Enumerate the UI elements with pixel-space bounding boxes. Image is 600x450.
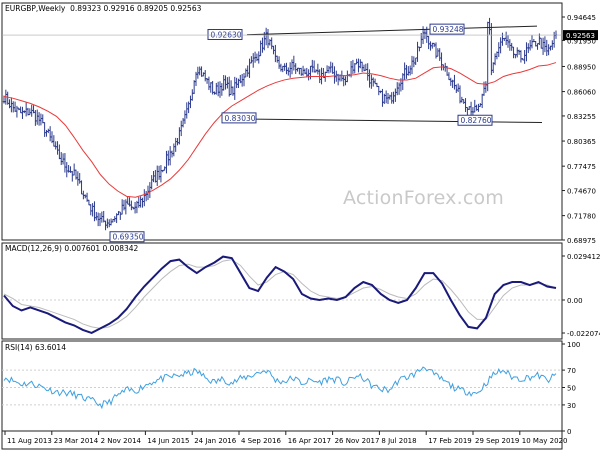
symbol-label: EURGBP,Weekly: [5, 4, 66, 13]
ohlc-label: 0.89323 0.92916 0.89205 0.92563: [70, 4, 202, 13]
price-tick-label: 0.77475: [567, 163, 596, 171]
price-tick-label: 0.86060: [567, 89, 596, 97]
price-tick-label: 0.74670: [567, 188, 596, 196]
rsi-tick-label: 30: [567, 402, 576, 410]
price-pane-header: EURGBP,Weekly 0.89323 0.92916 0.89205 0.…: [5, 4, 201, 13]
date-tick-label: 24 Jan 2016: [194, 437, 237, 445]
date-tick-label: 4 Sep 2016: [241, 437, 281, 445]
chart-canvas: 0.946450.919500.889500.860600.832550.803…: [1, 2, 600, 450]
price-tick-label: 0.94645: [567, 14, 596, 22]
watermark: ActionForex.com: [343, 187, 504, 209]
date-tick-label: 2 Nov 2014: [101, 437, 142, 445]
rsi-tick-label: 0: [567, 428, 571, 436]
rsi-tick-label: 50: [567, 385, 576, 393]
upper-trendline: [246, 25, 538, 36]
macd-line: [3, 255, 557, 334]
macd-pane-header: MACD(12,26,9) 0.007601 0.008342: [5, 244, 139, 253]
date-tick-label: 8 Jul 2018: [381, 437, 416, 445]
moving-average-line: [3, 62, 557, 198]
date-tick-label: 11 Aug 2013: [7, 437, 52, 445]
rsi-tick-label: 70: [567, 367, 576, 375]
macd-tick-label: 0.00: [567, 297, 583, 305]
macd-tick-label: 0.029412: [567, 253, 600, 261]
price-annotation-label: 0.82760: [461, 116, 492, 125]
price-annotation-label: 0.93248: [433, 25, 464, 34]
price-tick-label: 0.71780: [567, 213, 596, 221]
rsi-pane-frame: [1, 340, 563, 432]
date-tick-label: 16 Apr 2017: [288, 437, 331, 445]
date-tick-label: 17 Feb 2019: [428, 437, 472, 445]
price-tick-label: 0.88950: [567, 63, 596, 71]
date-tick-label: 26 Nov 2017: [335, 437, 380, 445]
date-tick-label: 29 Sep 2019: [475, 437, 519, 445]
date-tick-label: 14 Jun 2015: [147, 437, 189, 445]
rsi-tick-label: 100: [567, 341, 580, 349]
price-annotation-label: 0.83030: [225, 114, 256, 123]
date-tick-label: 23 Mar 2014: [54, 437, 99, 445]
price-tick-label: 0.68975: [567, 237, 596, 245]
macd-tick-label: -0.022074: [567, 330, 600, 338]
chart-window: 0.94645 0.91950 0.88950 0.86060 0.83255 0.803…: [0, 0, 600, 450]
lower-trendline: [249, 118, 543, 124]
price-annotation-label: 0.69350: [113, 233, 144, 242]
rsi-pane-header: RSI(14) 63.6014: [5, 343, 66, 352]
date-tick-label: 10 May 2020: [522, 437, 568, 445]
current-price-label: 0.92563: [566, 32, 595, 40]
price-tick-label: 0.83255: [567, 113, 596, 121]
price-tick-label: 0.80365: [567, 138, 596, 146]
